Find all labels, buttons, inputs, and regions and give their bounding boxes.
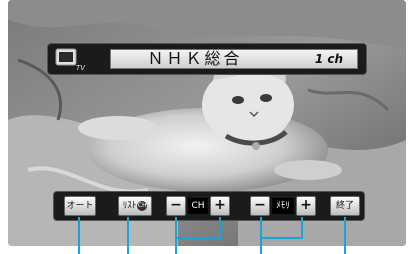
- memory-label: ﾒﾓﾘ: [272, 198, 294, 214]
- auto-button-label: オート: [66, 201, 94, 211]
- plus-icon: +: [300, 197, 312, 213]
- list-button-label: ﾘｽﾄ: [122, 201, 137, 211]
- tv-screen: TV ＮＨＫ総合 1 ch オート ﾘｽﾄ CH − CH + − ﾒﾓﾘ + 終…: [8, 0, 406, 246]
- auto-button[interactable]: オート: [64, 196, 96, 216]
- minus-icon: −: [170, 197, 182, 213]
- memory-down-button[interactable]: −: [250, 196, 270, 216]
- channel-name: ＮＨＫ総合: [147, 49, 243, 68]
- channel-banner: TV ＮＨＫ総合 1 ch: [48, 44, 366, 74]
- tv-icon: TV: [55, 48, 86, 72]
- memory-up-button[interactable]: +: [296, 196, 316, 216]
- channel-down-button[interactable]: −: [166, 196, 186, 216]
- minus-icon: −: [254, 197, 266, 213]
- channel-label: CH: [188, 198, 208, 214]
- channel-up-button[interactable]: +: [210, 196, 230, 216]
- end-button-label: 終了: [335, 201, 354, 211]
- plus-icon: +: [214, 197, 226, 213]
- channel-display: ＮＨＫ総合 1 ch: [110, 49, 358, 69]
- list-button[interactable]: ﾘｽﾄ CH: [118, 196, 152, 216]
- svg-text:TV: TV: [76, 64, 86, 72]
- list-ch-badge: CH: [137, 200, 148, 211]
- channel-number: 1 ch: [314, 52, 343, 66]
- control-bar: オート ﾘｽﾄ CH − CH + − ﾒﾓﾘ + 終了: [54, 192, 364, 220]
- end-button[interactable]: 終了: [330, 196, 360, 216]
